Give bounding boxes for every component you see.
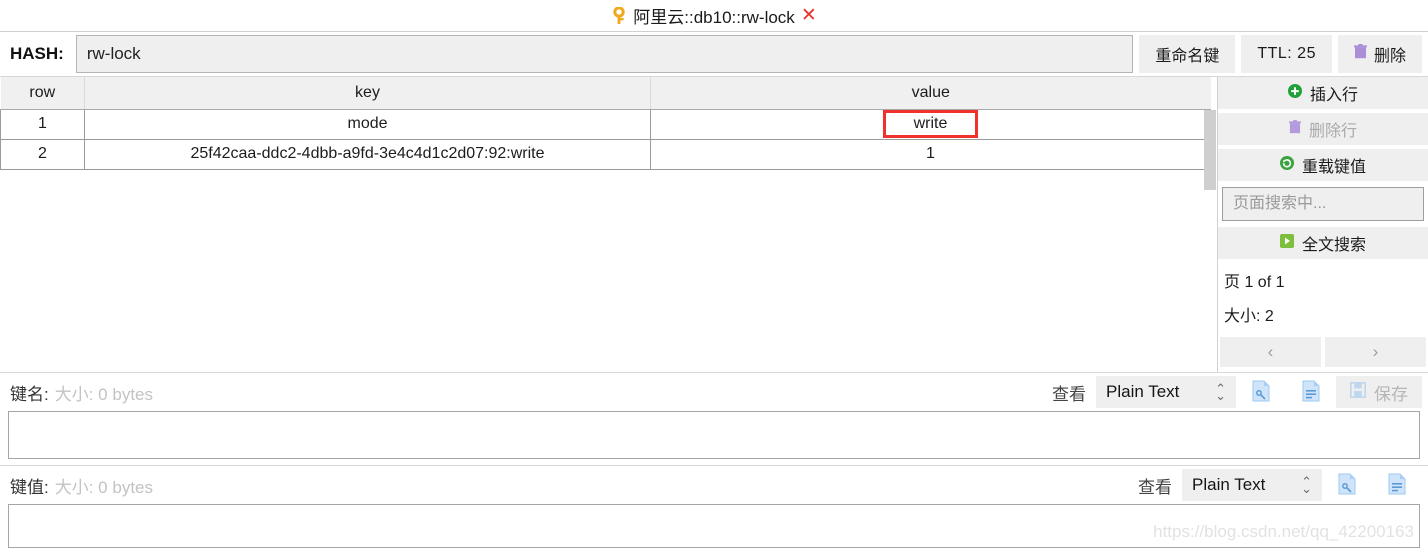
ttl-button[interactable]: TTL: 25 xyxy=(1241,35,1332,73)
chevron-updown-icon: ⌃ ⌄ xyxy=(1301,474,1312,496)
hash-table-container: row key value 1 mode write 2 25f42caa-dd… xyxy=(0,77,1218,372)
key-value-textarea[interactable] xyxy=(8,504,1420,548)
document-link-icon xyxy=(1251,380,1271,405)
delete-row-label: 删除行 xyxy=(1308,123,1357,140)
full-text-search-label: 全文搜索 xyxy=(1301,237,1366,254)
delete-key-button[interactable]: 删除 xyxy=(1337,35,1422,73)
delete-row-button[interactable]: 删除行 xyxy=(1218,113,1428,145)
window-title: 阿里云::db10::rw-lock xyxy=(633,8,795,27)
cell-row-index: 1 xyxy=(0,108,85,140)
delete-key-label: 删除 xyxy=(1373,48,1406,65)
key-value-editor-label: 键值: xyxy=(10,477,49,497)
key-name-editor-label: 键名: xyxy=(10,384,49,404)
key-icon xyxy=(611,5,627,25)
table-scrollbar-thumb[interactable] xyxy=(1204,110,1216,190)
format-text-button[interactable] xyxy=(1286,375,1336,409)
document-link-icon xyxy=(1337,473,1357,498)
save-key-name-label: 保存 xyxy=(1374,384,1408,404)
hash-table: row key value 1 mode write 2 25f42caa-dd… xyxy=(0,77,1211,170)
key-value-format-value: Plain Text xyxy=(1192,475,1266,494)
plus-circle-icon xyxy=(1287,83,1302,103)
document-text-icon xyxy=(1387,473,1407,498)
insert-row-button[interactable]: 插入行 xyxy=(1218,77,1428,109)
rdm-key-editor-window: 阿里云::db10::rw-lock ✕ HASH: 重命名键 TTL: 25 … xyxy=(0,0,1428,550)
key-type-label: HASH: xyxy=(10,44,64,63)
cell-row-index: 2 xyxy=(0,138,85,170)
trash-icon xyxy=(1288,119,1301,139)
key-value-editor-panel: 键值: 大小: 0 bytes 查看 Plain Text ⌃ ⌄ xyxy=(0,465,1428,548)
cell-key[interactable]: 25f42caa-ddc2-4dbb-a9fd-3e4c4d1c2d07:92:… xyxy=(84,138,651,170)
column-header-key[interactable]: key xyxy=(84,77,651,110)
play-square-icon xyxy=(1279,233,1294,253)
document-text-icon xyxy=(1301,380,1321,405)
full-text-search-button[interactable]: 全文搜索 xyxy=(1218,227,1428,259)
key-name-editor-panel: 键名: 大小: 0 bytes 查看 Plain Text ⌃ ⌄ 保存 xyxy=(0,372,1428,459)
main-content: row key value 1 mode write 2 25f42caa-dd… xyxy=(0,76,1428,372)
previous-page-button[interactable]: ‹ xyxy=(1220,337,1321,367)
key-name-format-select[interactable]: Plain Text ⌃ ⌄ xyxy=(1096,376,1236,408)
column-header-value[interactable]: value xyxy=(650,77,1211,110)
key-name-view-label: 查看 xyxy=(1052,384,1086,404)
cell-value[interactable]: 1 xyxy=(650,138,1211,170)
format-link-button[interactable] xyxy=(1236,375,1286,409)
key-name-size-label: 大小: 0 bytes xyxy=(54,384,153,404)
reload-value-button[interactable]: 重载键值 xyxy=(1218,149,1428,181)
format-link-button[interactable] xyxy=(1322,468,1372,502)
chevron-updown-icon: ⌃ ⌄ xyxy=(1215,381,1226,403)
table-body: 1 mode write 2 25f42caa-ddc2-4dbb-a9fd-3… xyxy=(0,108,1211,170)
highlighted-value: write xyxy=(882,110,979,138)
table-header-row: row key value xyxy=(0,77,1211,110)
next-page-button[interactable]: › xyxy=(1325,337,1426,367)
save-key-name-button[interactable]: 保存 xyxy=(1336,376,1422,408)
reload-icon xyxy=(1279,155,1294,175)
key-name-input[interactable] xyxy=(75,35,1134,73)
size-indicator: 大小: 2 xyxy=(1224,308,1274,325)
format-text-button[interactable] xyxy=(1372,468,1422,502)
key-name-format-value: Plain Text xyxy=(1106,382,1180,401)
key-name-textarea[interactable] xyxy=(8,411,1420,459)
page-search-input[interactable] xyxy=(1222,187,1424,221)
table-row[interactable]: 2 25f42caa-ddc2-4dbb-a9fd-3e4c4d1c2d07:9… xyxy=(0,138,1211,170)
table-side-panel: 插入行 删除行 重载键值 页面搜索中... 全文搜索 页 1 of 1 大小: … xyxy=(1218,77,1428,372)
insert-row-label: 插入行 xyxy=(1309,87,1358,104)
rename-key-button[interactable]: 重命名键 xyxy=(1139,35,1236,73)
pagination-controls: ‹ › xyxy=(1218,337,1428,367)
key-value-editor-toolbar: 键值: 大小: 0 bytes 查看 Plain Text ⌃ ⌄ xyxy=(0,466,1428,504)
cell-value[interactable]: write xyxy=(650,108,1211,140)
key-value-view-label: 查看 xyxy=(1138,477,1172,497)
key-value-size-label: 大小: 0 bytes xyxy=(54,477,153,497)
trash-icon xyxy=(1353,44,1367,64)
reload-value-label: 重载键值 xyxy=(1301,159,1366,176)
page-indicator: 页 1 of 1 xyxy=(1224,274,1285,291)
table-row[interactable]: 1 mode write xyxy=(0,108,1211,140)
window-titlebar: 阿里云::db10::rw-lock ✕ xyxy=(0,0,1428,32)
key-toolbar: HASH: 重命名键 TTL: 25 删除 xyxy=(0,32,1428,76)
close-icon[interactable]: ✕ xyxy=(801,6,817,25)
key-value-format-select[interactable]: Plain Text ⌃ ⌄ xyxy=(1182,469,1322,501)
key-name-editor-toolbar: 键名: 大小: 0 bytes 查看 Plain Text ⌃ ⌄ 保存 xyxy=(0,373,1428,411)
floppy-save-icon xyxy=(1350,381,1366,403)
cell-key[interactable]: mode xyxy=(84,108,651,140)
column-header-row[interactable]: row xyxy=(0,77,85,110)
